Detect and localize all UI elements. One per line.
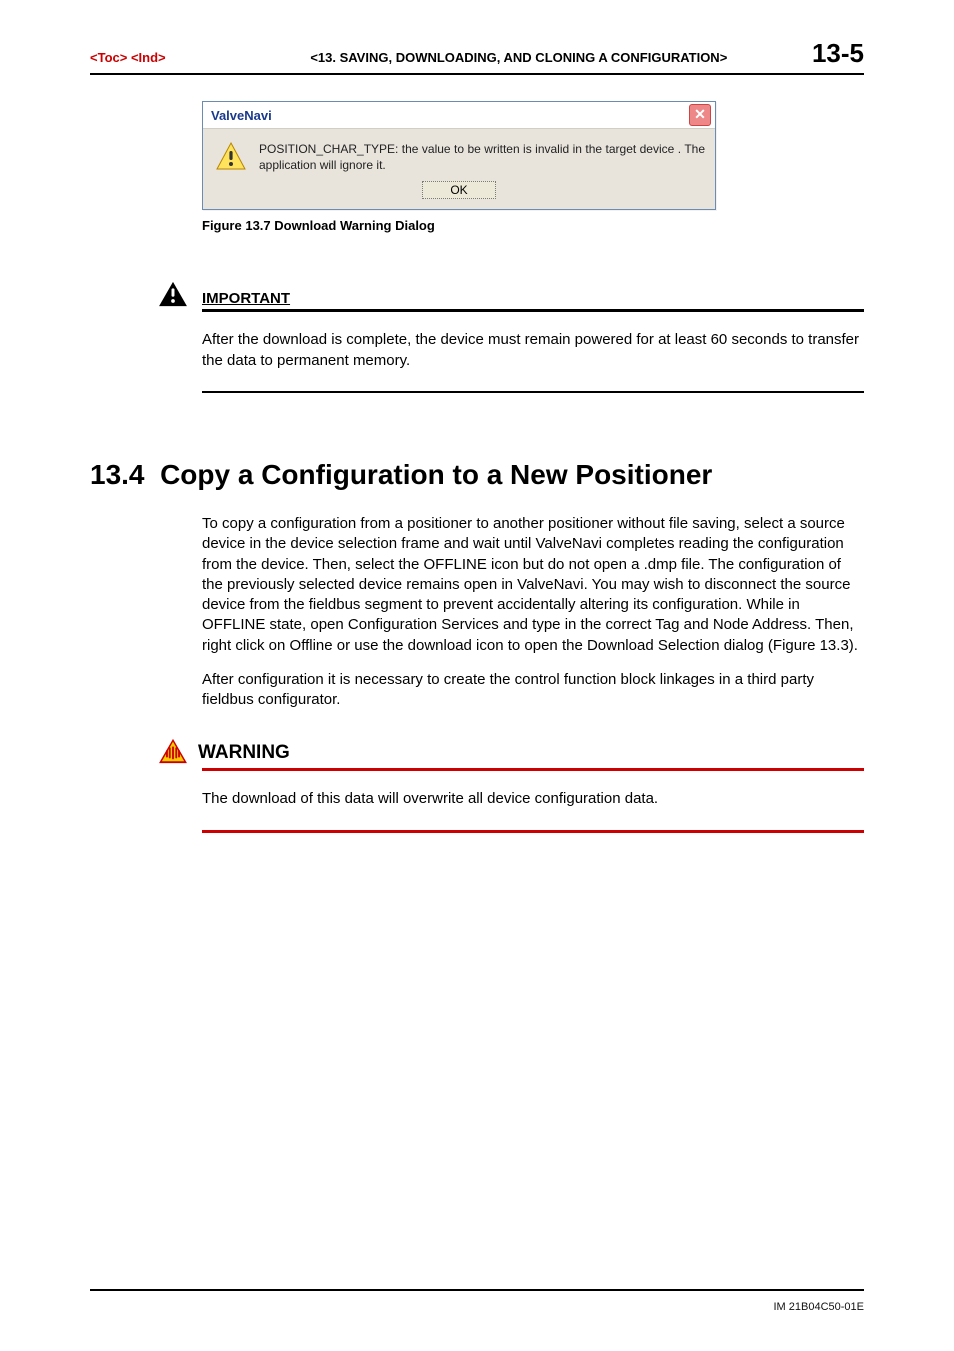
page-header: <Toc> <Ind> <13. SAVING, DOWNLOADING, AN… xyxy=(90,38,864,75)
toc-link[interactable]: <Toc> xyxy=(90,50,127,65)
warning-text: The download of this data will overwrite… xyxy=(202,789,864,809)
figure-dialog: ValveNavi ✕ POSITION_CHAR_TYPE: the valu… xyxy=(202,101,864,233)
section-para-1: To copy a configuration from a positione… xyxy=(202,514,864,656)
section-number: 13.4 xyxy=(90,459,145,490)
warning-label: WARNING xyxy=(198,742,290,764)
section-title: Copy a Configuration to a New Positioner xyxy=(160,459,712,490)
page-number: 13-5 xyxy=(812,38,864,69)
important-text: After the download is complete, the devi… xyxy=(202,330,864,371)
warning-block: WARNING The download of this data will o… xyxy=(202,738,864,832)
divider xyxy=(202,768,864,771)
important-label: IMPORTANT xyxy=(202,290,290,307)
important-icon xyxy=(158,281,188,307)
section-para-2: After configuration it is necessary to c… xyxy=(202,670,864,711)
footer-rule xyxy=(90,1289,864,1291)
ind-link[interactable]: <Ind> xyxy=(131,50,166,65)
dialog-title: ValveNavi xyxy=(211,108,272,123)
warning-icon xyxy=(158,738,188,764)
dialog-message: POSITION_CHAR_TYPE: the value to be writ… xyxy=(259,141,705,173)
footer-docid: IM 21B04C50-01E xyxy=(774,1301,865,1313)
ok-button[interactable]: OK xyxy=(422,181,496,199)
divider xyxy=(202,391,864,393)
valvenavi-dialog: ValveNavi ✕ POSITION_CHAR_TYPE: the valu… xyxy=(202,101,716,210)
divider xyxy=(202,309,864,312)
close-icon[interactable]: ✕ xyxy=(689,104,711,126)
warning-icon xyxy=(215,141,247,173)
chapter-title: <13. SAVING, DOWNLOADING, AND CLONING A … xyxy=(166,50,812,65)
section-heading: 13.4 Copy a Configuration to a New Posit… xyxy=(90,459,864,491)
figure-caption: Figure 13.7 Download Warning Dialog xyxy=(202,218,864,233)
important-block: IMPORTANT After the download is complete… xyxy=(202,281,864,393)
section-body: To copy a configuration from a positione… xyxy=(202,514,864,710)
divider xyxy=(202,830,864,833)
